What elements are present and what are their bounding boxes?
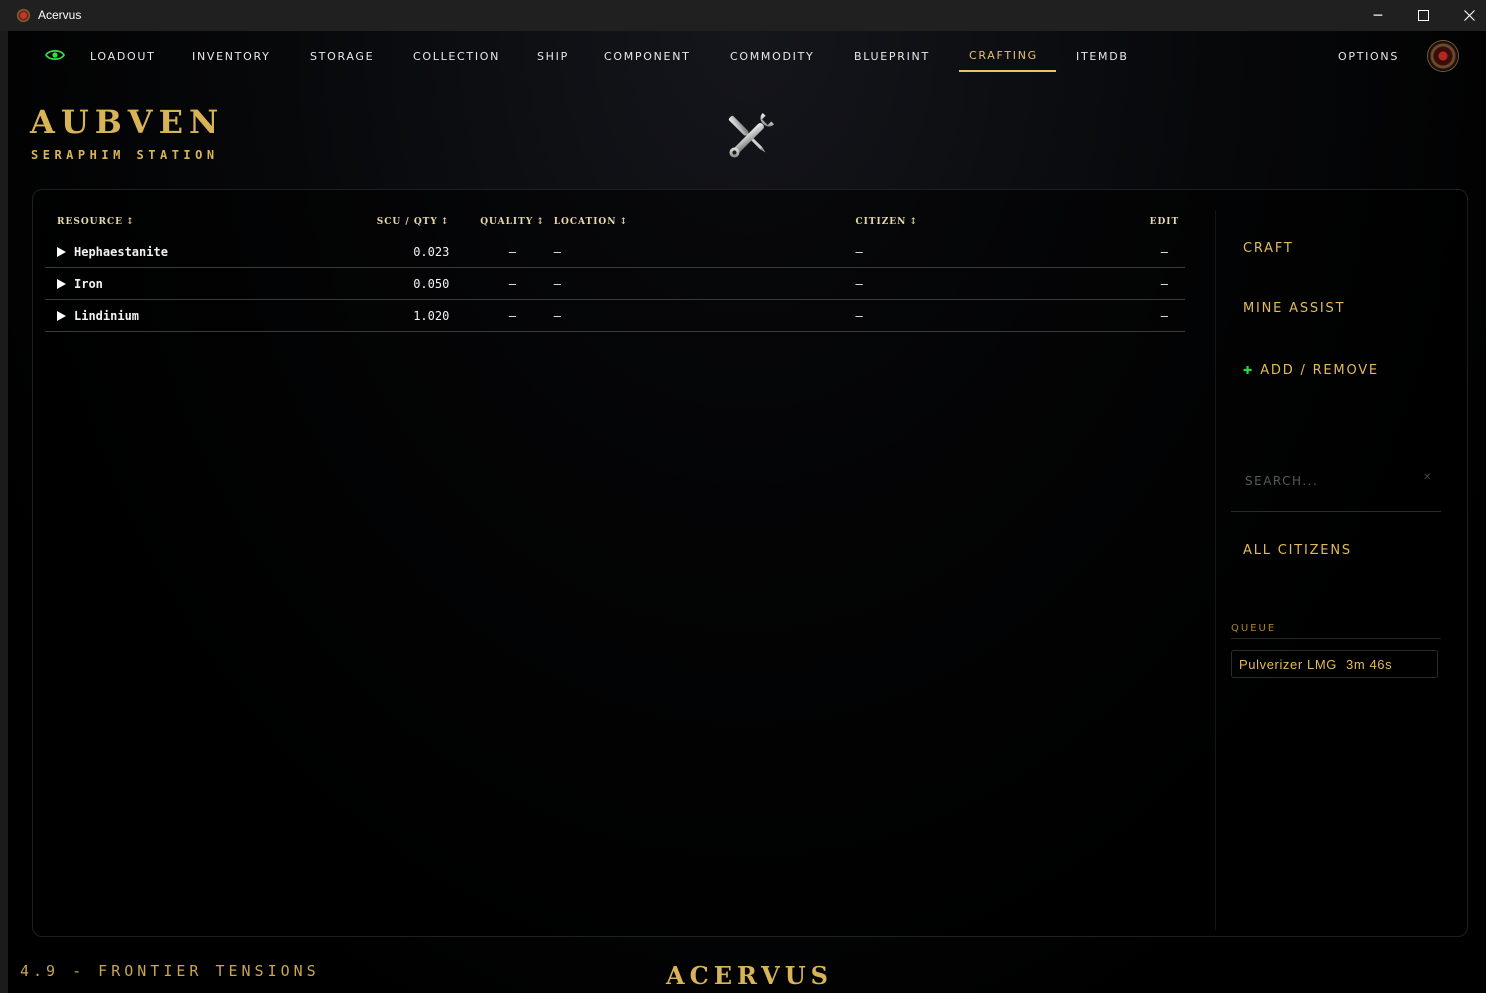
sort-icon: ↕	[619, 217, 629, 227]
qty-cell: 0.050	[366, 267, 472, 300]
citizen-cell: –	[855, 299, 1144, 332]
brand-logo: ACERVUS	[666, 961, 833, 990]
edit-cell[interactable]: –	[1143, 236, 1185, 268]
nav-options[interactable]: OPTIONS	[1338, 50, 1399, 63]
table-header: RESOURCE ↕ SCU / QTY ↕ QUALITY ↕ LOCATION ↕ …	[45, 208, 1185, 236]
table-row[interactable]: Hephaestanite 0.023 – – – –	[45, 236, 1185, 268]
minimize-icon[interactable]: ─	[1355, 0, 1401, 31]
queue-item-time: 3m 46s	[1345, 656, 1393, 672]
location-cell: –	[553, 236, 856, 268]
window-title: Acervus	[38, 8, 82, 22]
citizen-cell: –	[855, 267, 1144, 300]
expand-icon[interactable]	[57, 278, 66, 289]
table-row[interactable]: Iron 0.050 – – – –	[45, 267, 1185, 300]
search-box: ✕	[1231, 455, 1441, 512]
resource-name: Iron	[74, 276, 103, 291]
col-qty[interactable]: SCU / QTY ↕	[366, 208, 471, 236]
qty-cell: 0.023	[366, 236, 472, 268]
edit-cell[interactable]: –	[1143, 299, 1185, 332]
expand-icon[interactable]	[57, 310, 66, 321]
resource-name: Hephaestanite	[74, 244, 168, 259]
close-icon[interactable]	[1446, 0, 1486, 31]
quality-cell: –	[471, 267, 554, 300]
nav-storage[interactable]: STORAGE	[310, 50, 374, 63]
nav-crafting[interactable]: CRAFTING	[969, 49, 1038, 62]
nav-blueprint[interactable]: BLUEPRINT	[854, 50, 930, 63]
sort-icon: ↕	[536, 217, 545, 227]
resource-table: RESOURCE ↕ SCU / QTY ↕ QUALITY ↕ LOCATION ↕ …	[45, 208, 1185, 332]
nav-loadout[interactable]: LOADOUT	[90, 50, 156, 63]
resource-name: Lindinium	[74, 308, 140, 323]
top-nav: LOADOUT INVENTORY STORAGE COLLECTION SHI…	[8, 31, 1486, 83]
edit-cell[interactable]: –	[1143, 267, 1185, 300]
nav-commodity[interactable]: COMMODITY	[730, 50, 814, 63]
search-input[interactable]	[1243, 468, 1417, 494]
eye-icon[interactable]	[45, 48, 65, 62]
queue-item-name: Pulverizer LMG	[1239, 656, 1337, 672]
clear-icon[interactable]: ✕	[1423, 472, 1431, 483]
window-border	[0, 31, 8, 993]
location-cell: –	[553, 267, 856, 300]
col-edit: EDIT	[1149, 217, 1180, 227]
version-label: 4.9 - FRONTIER TENSIONS	[20, 962, 320, 980]
app-window: LOADOUT INVENTORY STORAGE COLLECTION SHI…	[8, 31, 1486, 993]
citizen-cell: –	[855, 236, 1144, 268]
main-panel: RESOURCE ↕ SCU / QTY ↕ QUALITY ↕ LOCATION ↕ …	[32, 189, 1468, 937]
station-subtitle: SERAPHIM STATION	[31, 148, 219, 162]
sort-icon: ↕	[126, 217, 135, 227]
plus-icon: ✚	[1243, 364, 1253, 377]
side-menu: CRAFT MINE ASSIST ✚ADD / REMOVE ✕ ALL CI…	[1231, 190, 1451, 930]
avatar[interactable]	[1428, 41, 1458, 71]
citizen-filter[interactable]: ALL CITIZENS	[1243, 543, 1352, 558]
col-citizen[interactable]: CITIZEN ↕	[855, 208, 1143, 236]
maximize-icon[interactable]	[1400, 0, 1446, 31]
nav-collection[interactable]: COLLECTION	[413, 50, 500, 63]
location-cell: –	[553, 299, 856, 332]
sort-icon: ↕	[440, 217, 450, 227]
location-title: AUBVEN	[30, 103, 225, 141]
mine-assist-button[interactable]: MINE ASSIST	[1243, 301, 1345, 316]
nav-component[interactable]: COMPONENT	[604, 50, 691, 63]
panel-divider	[1215, 210, 1216, 930]
tools-icon	[728, 112, 775, 158]
qty-cell: 1.020	[366, 299, 472, 332]
quality-cell: –	[471, 299, 554, 332]
nav-inventory[interactable]: INVENTORY	[192, 50, 271, 63]
nav-ship[interactable]: SHIP	[537, 50, 569, 63]
expand-icon[interactable]	[57, 246, 66, 257]
nav-itemdb[interactable]: ITEMDB	[1076, 50, 1129, 63]
queue-label: QUEUE	[1231, 623, 1441, 639]
craft-button[interactable]: CRAFT	[1243, 241, 1294, 256]
table-row[interactable]: Lindinium 1.020 – – – –	[45, 299, 1185, 332]
col-resource[interactable]: RESOURCE ↕	[45, 208, 366, 236]
acervus-emblem-icon	[16, 8, 31, 23]
add-remove-button[interactable]: ✚ ADD / REMOVE	[1243, 363, 1379, 378]
window-titlebar: Acervus ─	[0, 0, 1486, 31]
col-location[interactable]: LOCATION ↕	[554, 208, 856, 236]
sort-icon: ↕	[909, 217, 918, 227]
col-quality[interactable]: QUALITY ↕	[471, 208, 553, 236]
active-tab-indicator	[959, 70, 1056, 72]
quality-cell: –	[471, 236, 554, 268]
queue-item[interactable]: Pulverizer LMG 3m 46s	[1231, 650, 1438, 678]
